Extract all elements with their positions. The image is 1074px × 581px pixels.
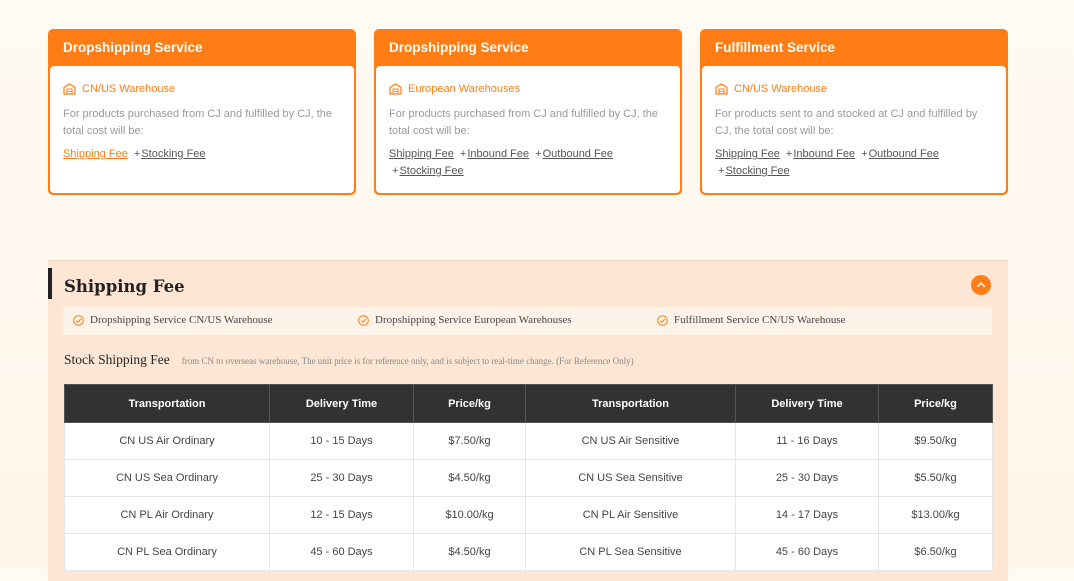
card-fees: Shipping Fee +Inbound Fee +Outbound Fee … [715,146,993,180]
check-circle-icon [657,314,668,326]
service-tabs: Dropshipping Service CN/US Warehouse Dro… [63,307,992,335]
table-cell: CN US Air Sensitive [525,422,736,460]
plus-sign: + [535,148,542,160]
shipping-fee-section: Shipping Fee Dropshipping Service CN/US … [48,260,1008,581]
table-cell: CN US Sea Sensitive [525,459,736,497]
table-header-row: Transportation Delivery Time Price/kg Tr… [64,384,993,423]
table-cell: $6.50/kg [878,533,993,571]
table-cell: 10 - 15 Days [269,422,414,460]
table-row: CN PL Air Ordinary 12 - 15 Days $10.00/k… [64,496,993,534]
section-accent-bar [48,268,52,299]
column-header: Delivery Time [735,384,879,423]
column-header: Delivery Time [269,384,414,423]
card-warehouse: European Warehouses [389,83,667,95]
column-header: Price/kg [878,384,993,423]
stock-shipping-note: from CN to overseas warehouse, The unit … [181,356,634,366]
plus-sign: + [718,165,725,177]
card-title: Fulfillment Service [715,40,836,55]
table-cell: CN PL Sea Ordinary [64,533,270,571]
tab-dropshipping-cnus[interactable]: Dropshipping Service CN/US Warehouse [73,314,273,326]
table-cell: CN PL Air Sensitive [525,496,736,534]
card-title: Dropshipping Service [63,40,203,55]
service-card-fulfillment-cnus: Fulfillment Service CN/US Warehouse For … [700,29,1008,195]
shipping-fee-link[interactable]: Shipping Fee [63,148,128,160]
card-warehouse: CN/US Warehouse [715,83,993,95]
check-circle-icon [358,314,369,326]
table-cell: CN PL Sea Sensitive [525,533,736,571]
inbound-fee-link[interactable]: Inbound Fee [793,148,855,160]
service-cards: Dropshipping Service CN/US Warehouse For… [48,29,1008,199]
table-cell: CN PL Air Ordinary [64,496,270,534]
card-warehouse: CN/US Warehouse [63,83,341,95]
outbound-fee-link[interactable]: Outbound Fee [543,148,613,160]
stocking-fee-link[interactable]: Stocking Fee [725,165,789,177]
table-cell: 14 - 17 Days [735,496,879,534]
plus-sign: + [861,148,868,160]
table-cell: CN US Sea Ordinary [64,459,270,497]
column-header: Transportation [525,384,736,423]
column-header: Price/kg [413,384,526,423]
warehouse-icon [63,83,76,95]
warehouse-icon [715,83,728,95]
table-cell: 25 - 30 Days [269,459,414,497]
table-cell: 25 - 30 Days [735,459,879,497]
tab-label: Dropshipping Service CN/US Warehouse [90,314,273,326]
card-warehouse-label: CN/US Warehouse [734,83,828,95]
table-cell: $5.50/kg [878,459,993,497]
table-cell: 12 - 15 Days [269,496,414,534]
tab-label: Fulfillment Service CN/US Warehouse [674,314,846,326]
stocking-fee-link[interactable]: Stocking Fee [399,165,463,177]
table-cell: $4.50/kg [413,459,526,497]
card-fees: Shipping Fee +Inbound Fee +Outbound Fee … [389,146,667,180]
table-row: CN US Air Ordinary 10 - 15 Days $7.50/kg… [64,422,993,460]
tab-dropshipping-eu[interactable]: Dropshipping Service European Warehouses [358,314,572,326]
table-cell: $7.50/kg [413,422,526,460]
shipping-fee-link[interactable]: Shipping Fee [715,148,780,160]
stocking-fee-link[interactable]: Stocking Fee [141,148,205,160]
table-cell: $4.50/kg [413,533,526,571]
service-card-dropshipping-cnus: Dropshipping Service CN/US Warehouse For… [48,29,356,195]
shipping-fee-link[interactable]: Shipping Fee [389,148,454,160]
card-description: For products sent to and stocked at CJ a… [715,108,978,137]
card-warehouse-label: CN/US Warehouse [82,83,176,95]
table-row: CN US Sea Ordinary 25 - 30 Days $4.50/kg… [64,459,993,497]
chevron-up-icon [976,282,986,288]
plus-sign: + [133,148,141,160]
warehouse-icon [389,83,402,95]
plus-sign: + [459,148,467,160]
stock-shipping-heading: Stock Shipping Fee from CN to overseas w… [64,352,634,368]
card-fees: Shipping Fee +Stocking Fee [63,146,341,163]
card-warehouse-label: European Warehouses [408,83,521,95]
collapse-toggle-button[interactable] [971,275,991,295]
check-circle-icon [73,314,84,326]
shipping-fee-table: Transportation Delivery Time Price/kg Tr… [64,384,993,571]
stock-shipping-title: Stock Shipping Fee [64,352,170,367]
plus-sign: + [392,165,399,177]
card-title: Dropshipping Service [389,40,529,55]
table-cell: 11 - 16 Days [735,422,879,460]
table-cell: $13.00/kg [878,496,993,534]
card-description: For products purchased from CJ and fulfi… [63,108,333,137]
column-header: Transportation [64,384,270,423]
service-card-dropshipping-eu: Dropshipping Service European Warehouses… [374,29,682,195]
card-description: For products purchased from CJ and fulfi… [389,108,659,137]
table-cell: 45 - 60 Days [269,533,414,571]
inbound-fee-link[interactable]: Inbound Fee [467,148,529,160]
tab-fulfillment-cnus[interactable]: Fulfillment Service CN/US Warehouse [657,314,846,326]
section-title: Shipping Fee [64,277,185,296]
plus-sign: + [785,148,793,160]
table-cell: $10.00/kg [413,496,526,534]
tab-label: Dropshipping Service European Warehouses [375,314,572,326]
card-body: CN/US Warehouse For products purchased f… [50,66,354,193]
outbound-fee-link[interactable]: Outbound Fee [869,148,939,160]
table-row: CN PL Sea Ordinary 45 - 60 Days $4.50/kg… [64,533,993,571]
card-body: CN/US Warehouse For products sent to and… [702,66,1006,193]
card-body: European Warehouses For products purchas… [376,66,680,193]
table-cell: CN US Air Ordinary [64,422,270,460]
table-cell: 45 - 60 Days [735,533,879,571]
table-cell: $9.50/kg [878,422,993,460]
